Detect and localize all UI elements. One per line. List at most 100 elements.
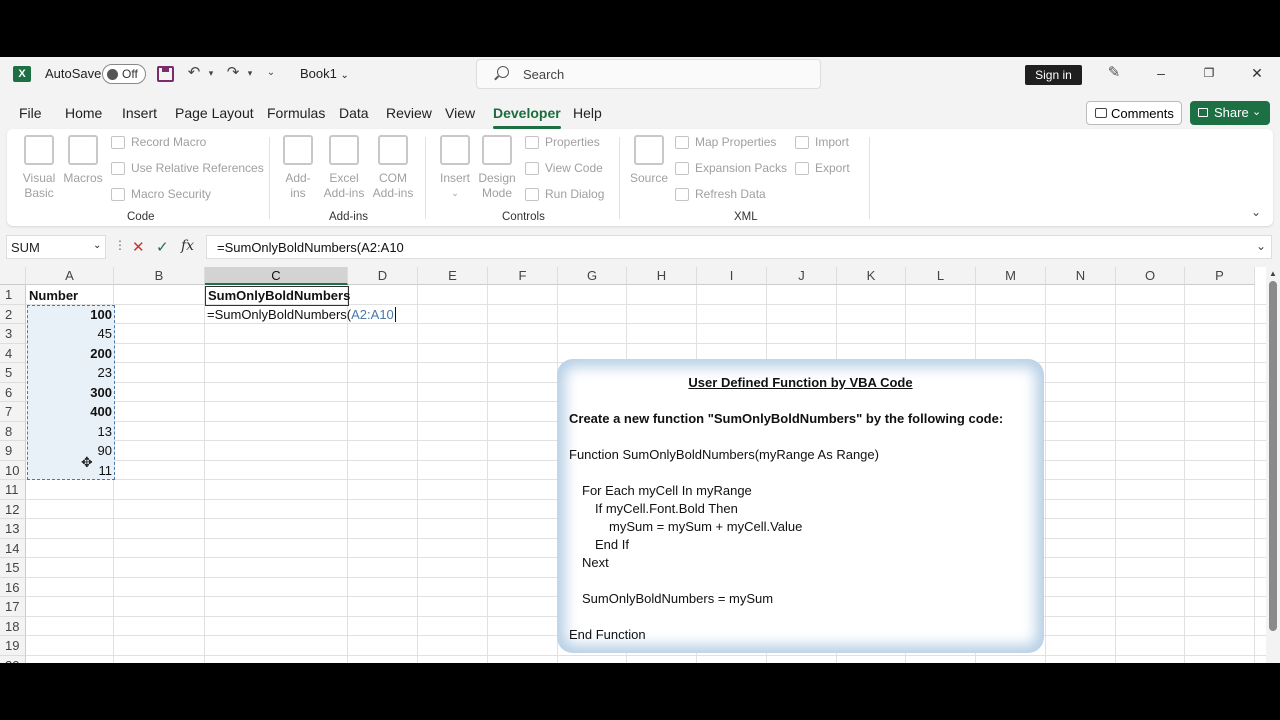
tab-file[interactable]: File [19, 105, 42, 121]
cell-c1[interactable]: SumOnlyBoldNumbers [205, 286, 350, 306]
cell-a1[interactable]: Number [29, 286, 113, 306]
tab-review[interactable]: Review [386, 105, 432, 121]
customize-toolbar-icon[interactable]: ⌄ [262, 64, 280, 82]
com-add-ins-button[interactable]: COM Add-ins [370, 135, 416, 201]
expansion-packs-button[interactable]: Expansion Packs [675, 161, 787, 175]
row-header-14[interactable]: 14 [0, 538, 26, 558]
record-macro-button[interactable]: Record Macro [111, 135, 206, 149]
restore-icon[interactable]: ❐ [1199, 63, 1219, 83]
column-header-p[interactable]: P [1185, 267, 1255, 285]
designer-pen-icon[interactable]: ✎ [1105, 64, 1123, 82]
insert-control-button[interactable]: Insert ⌄ [437, 135, 473, 201]
formula-input[interactable]: =SumOnlyBoldNumbers(A2:A10 ⌄ [206, 235, 1272, 259]
macro-security-button[interactable]: Macro Security [111, 187, 211, 201]
cell-a7[interactable]: 400 [27, 402, 115, 422]
row-header-3[interactable]: 3 [0, 324, 26, 344]
import-button[interactable]: Import [795, 135, 849, 149]
vertical-scrollbar[interactable]: ▲ [1266, 267, 1280, 663]
tab-help[interactable]: Help [573, 105, 602, 121]
minimize-icon[interactable]: – [1151, 63, 1171, 83]
insert-function-icon[interactable]: fx [181, 238, 194, 254]
visual-basic-button[interactable]: Visual Basic [22, 135, 56, 201]
cell-a4[interactable]: 200 [27, 344, 115, 364]
worksheet-grid[interactable]: ABCDEFGHIJKLMNOP 1 2 3 4 5 6 7 8 9 10 11 12 13 14 15 16… [0, 267, 1280, 663]
row-header-10[interactable]: 10 [0, 460, 26, 480]
row-header-11[interactable]: 11 [0, 480, 26, 500]
share-button[interactable]: Share ⌄ [1190, 101, 1270, 125]
add-ins-button[interactable]: Add- ins [281, 135, 315, 201]
row-header-7[interactable]: 7 [0, 402, 26, 422]
source-button[interactable]: Source [629, 135, 669, 186]
name-box[interactable]: SUM ⌄ [6, 235, 106, 259]
more-options-icon[interactable]: ⋮ [114, 238, 126, 252]
close-icon[interactable]: ✕ [1247, 63, 1267, 83]
collapse-ribbon-icon[interactable]: ⌄ [1251, 205, 1261, 219]
row-header-6[interactable]: 6 [0, 382, 26, 402]
cell-a6[interactable]: 300 [27, 383, 115, 403]
view-code-button[interactable]: View Code [525, 161, 603, 175]
column-header-m[interactable]: M [976, 267, 1046, 285]
tab-developer[interactable]: Developer [493, 105, 561, 129]
macros-button[interactable]: Macros [63, 135, 103, 186]
expand-formula-bar-icon[interactable]: ⌄ [1256, 239, 1266, 253]
excel-add-ins-button[interactable]: Excel Add-ins [321, 135, 367, 201]
tab-formulas[interactable]: Formulas [267, 105, 325, 121]
tab-view[interactable]: View [445, 105, 475, 121]
row-header-9[interactable]: 9 [0, 441, 26, 461]
column-header-f[interactable]: F [488, 267, 558, 285]
cell-a8[interactable]: 13 [27, 422, 115, 442]
relative-references-button[interactable]: Use Relative References [111, 161, 264, 175]
row-header-8[interactable]: 8 [0, 421, 26, 441]
properties-button[interactable]: Properties [525, 135, 600, 149]
row-header-16[interactable]: 16 [0, 577, 26, 597]
map-properties-button[interactable]: Map Properties [675, 135, 776, 149]
redo-icon[interactable]: ↷ [224, 64, 242, 82]
row-header-1[interactable]: 1 [0, 285, 26, 305]
select-all-corner[interactable] [0, 267, 26, 285]
cell-a5[interactable]: 23 [27, 363, 115, 383]
row-header-5[interactable]: 5 [0, 363, 26, 383]
row-header-15[interactable]: 15 [0, 558, 26, 578]
cell-c2-editing[interactable]: =SumOnlyBoldNumbers(A2:A10 [205, 305, 405, 325]
column-header-l[interactable]: L [906, 267, 976, 285]
column-header-n[interactable]: N [1046, 267, 1116, 285]
row-header-2[interactable]: 2 [0, 304, 26, 324]
column-header-g[interactable]: G [558, 267, 627, 285]
tab-page-layout[interactable]: Page Layout [175, 105, 254, 121]
tab-insert[interactable]: Insert [122, 105, 157, 121]
row-header-4[interactable]: 4 [0, 343, 26, 363]
cancel-icon[interactable]: ✕ [132, 238, 145, 256]
undo-icon[interactable]: ↶ [185, 64, 203, 82]
row-header-20[interactable]: 20 [0, 655, 26, 663]
design-mode-button[interactable]: Design Mode [477, 135, 517, 201]
row-header-17[interactable]: 17 [0, 597, 26, 617]
cell-a2[interactable]: 100 [27, 305, 115, 325]
export-button[interactable]: Export [795, 161, 850, 175]
column-header-e[interactable]: E [418, 267, 488, 285]
cell-a9[interactable]: 90 [27, 441, 115, 461]
row-header-13[interactable]: 13 [0, 519, 26, 539]
column-header-h[interactable]: H [627, 267, 697, 285]
tab-data[interactable]: Data [339, 105, 369, 121]
scrollbar-thumb[interactable] [1269, 281, 1277, 631]
cell-a3[interactable]: 45 [27, 324, 115, 344]
tab-home[interactable]: Home [65, 105, 102, 121]
sign-in-button[interactable]: Sign in [1025, 65, 1082, 85]
save-icon[interactable] [157, 66, 174, 82]
cell-a10[interactable]: 11 [27, 461, 115, 481]
column-header-a[interactable]: A [26, 267, 114, 285]
search-box[interactable]: Search [476, 59, 821, 89]
column-header-c[interactable]: C [205, 267, 348, 285]
autosave-toggle[interactable]: Off [102, 64, 146, 84]
column-header-j[interactable]: J [767, 267, 837, 285]
column-header-i[interactable]: I [697, 267, 767, 285]
row-header-12[interactable]: 12 [0, 499, 26, 519]
row-header-19[interactable]: 19 [0, 636, 26, 656]
scroll-up-icon[interactable]: ▲ [1269, 269, 1277, 278]
column-header-k[interactable]: K [837, 267, 906, 285]
run-dialog-button[interactable]: Run Dialog [525, 187, 604, 201]
enter-check-icon[interactable]: ✓ [156, 238, 169, 256]
column-header-o[interactable]: O [1116, 267, 1185, 285]
column-header-d[interactable]: D [348, 267, 418, 285]
comments-button[interactable]: Comments [1086, 101, 1182, 125]
